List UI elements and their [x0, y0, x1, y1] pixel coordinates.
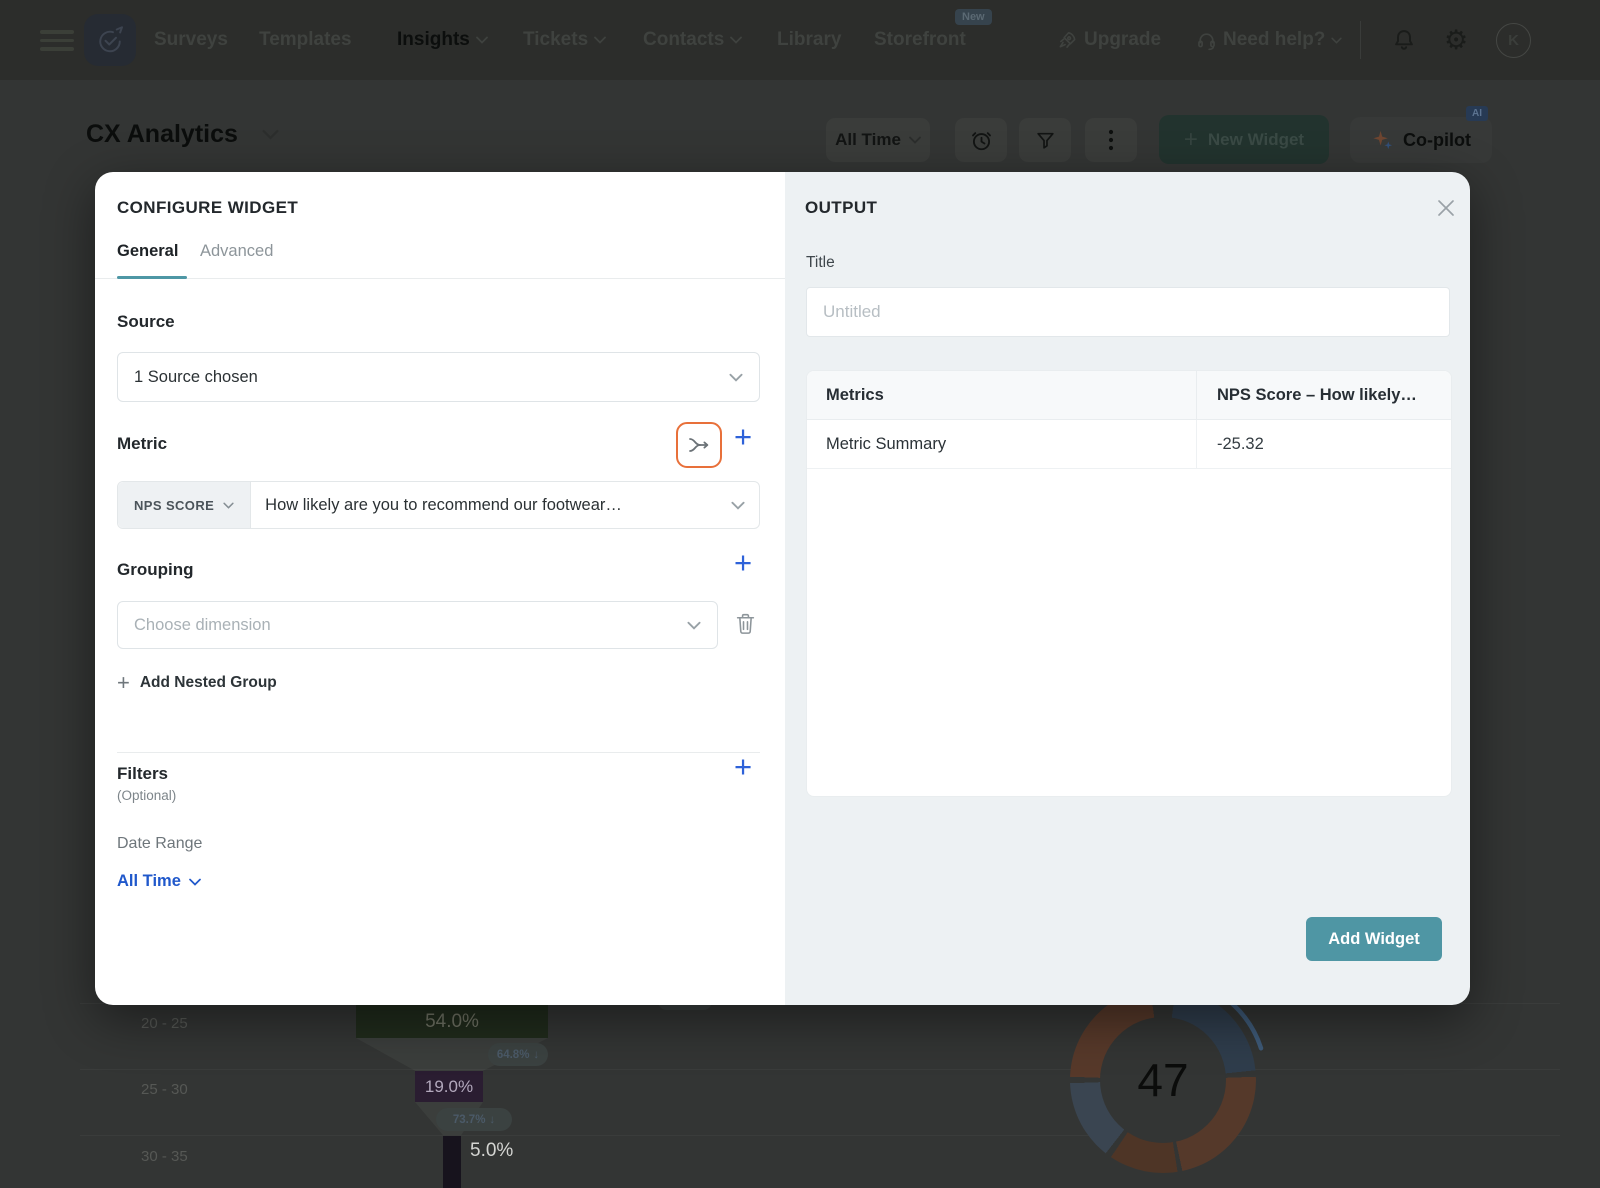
add-filter-plus-icon[interactable]: +	[734, 751, 752, 782]
chevron-down-icon	[475, 36, 488, 44]
table-row: Metric Summary -25.32	[807, 420, 1451, 469]
gridline	[80, 1135, 1560, 1136]
output-heading: OUTPUT	[805, 198, 878, 217]
headset-icon	[1198, 32, 1215, 50]
output-preview-card: Metrics NPS Score – How likely… Metric S…	[806, 370, 1452, 797]
delete-grouping-trash-icon[interactable]	[735, 612, 756, 640]
nav-item-contacts[interactable]: Contacts	[643, 0, 743, 80]
gridline	[80, 1069, 1560, 1070]
nps-donut-chart: 47	[1070, 987, 1256, 1173]
conversion-pill: 73.7% ↓	[436, 1108, 512, 1131]
tabs-divider	[95, 278, 785, 279]
configure-heading: CONFIGURE WIDGET	[117, 198, 299, 217]
add-nested-group-button[interactable]: + Add Nested Group	[117, 670, 277, 696]
need-help-menu[interactable]: Need help?	[1196, 0, 1343, 80]
chevron-down-icon	[730, 36, 743, 44]
configure-widget-modal: CONFIGURE WIDGET General Advanced Source…	[95, 172, 1470, 1005]
down-arrow-icon: ↓	[489, 1113, 496, 1126]
filters-optional-note: (Optional)	[117, 788, 177, 803]
date-range-label: Date Range	[117, 835, 203, 852]
filter-button[interactable]	[1019, 118, 1071, 162]
nav-item-storefront[interactable]: Storefront	[874, 0, 966, 80]
filters-label: Filters	[117, 764, 169, 783]
top-navbar: Surveys Templates Insights Tickets Conta…	[0, 0, 1600, 80]
add-grouping-plus-icon[interactable]: +	[734, 547, 752, 578]
conversion-pill: 64.8% ↓	[488, 1043, 548, 1066]
chevron-down-icon	[909, 136, 921, 144]
configure-panel: CONFIGURE WIDGET General Advanced Source…	[95, 172, 785, 1005]
navbar-divider	[1360, 21, 1361, 59]
more-options-kebab-icon[interactable]	[1085, 118, 1137, 162]
alarm-clock-icon	[971, 131, 991, 150]
notifications-bell-icon[interactable]	[1392, 0, 1416, 80]
dashboard-time-range-dropdown[interactable]: All Time	[826, 118, 930, 162]
grouping-dropdown[interactable]: Choose dimension	[117, 601, 718, 649]
table-header-metric-column: NPS Score – How likely…	[1217, 385, 1417, 404]
funnel-category-label: 20 - 25	[141, 1015, 188, 1032]
donut-center-value: 47	[1137, 1054, 1189, 1106]
active-tab-underline	[117, 276, 187, 279]
user-avatar[interactable]: K	[1496, 23, 1531, 58]
nav-item-templates[interactable]: Templates	[259, 0, 352, 80]
upgrade-button[interactable]: Upgrade	[1057, 0, 1161, 80]
nav-item-surveys[interactable]: Surveys	[154, 0, 228, 80]
chevron-down-icon	[687, 621, 701, 630]
filter-funnel-icon	[1036, 132, 1054, 149]
tab-general[interactable]: General	[117, 242, 178, 261]
nav-item-tickets[interactable]: Tickets	[523, 0, 607, 80]
grouping-label: Grouping	[117, 560, 194, 579]
nav-item-library[interactable]: Library	[777, 0, 841, 80]
tab-advanced[interactable]: Advanced	[200, 242, 273, 261]
add-metric-plus-icon[interactable]: +	[734, 421, 752, 452]
chevron-down-icon	[731, 501, 745, 510]
title-label: Title	[806, 254, 835, 271]
metric-type-dropdown[interactable]: NPS SCORE	[118, 482, 252, 528]
date-range-dropdown[interactable]: All Time	[117, 872, 201, 891]
brand-logo-icon[interactable]	[84, 14, 136, 66]
close-icon[interactable]	[1434, 196, 1458, 220]
table-cell-metric-name: Metric Summary	[807, 420, 1197, 468]
table-cell-metric-value: -25.32	[1217, 434, 1264, 453]
funnel-bar: 19.0%	[415, 1071, 483, 1102]
metric-label: Metric	[117, 434, 168, 453]
add-widget-button[interactable]: Add Widget	[1306, 917, 1442, 961]
copilot-ai-badge: AI	[1466, 106, 1488, 121]
plus-icon: +	[117, 670, 130, 695]
widget-title-input[interactable]	[806, 287, 1450, 337]
hamburger-menu-icon[interactable]	[40, 25, 74, 56]
table-header-metrics: Metrics	[807, 371, 1197, 419]
chevron-down-icon	[1331, 37, 1343, 44]
metric-row: NPS SCORE How likely are you to recommen…	[117, 481, 760, 529]
sparkles-icon	[1373, 130, 1393, 149]
chevron-down-icon	[729, 373, 743, 382]
chevron-down-icon	[189, 878, 201, 886]
storefront-new-badge: New	[955, 9, 992, 25]
copilot-button[interactable]: Co-pilot	[1350, 117, 1492, 163]
page-title: CX Analytics	[86, 120, 279, 149]
merge-arrow-icon	[689, 438, 709, 452]
schedule-alarm-button[interactable]	[955, 118, 1007, 162]
rocket-icon	[1059, 31, 1076, 48]
source-dropdown[interactable]: 1 Source chosen	[117, 352, 760, 402]
funnel-bar	[443, 1136, 461, 1188]
down-arrow-icon: ↓	[533, 1048, 540, 1061]
output-panel: OUTPUT Title Metrics NPS Score – How lik…	[785, 172, 1470, 1005]
section-divider	[117, 752, 760, 753]
chevron-down-icon[interactable]	[262, 129, 279, 140]
funnel-bar: 54.0%	[356, 1005, 548, 1038]
metric-question-dropdown[interactable]: How likely are you to recommend our foot…	[251, 482, 759, 528]
merge-metrics-button[interactable]	[676, 422, 722, 468]
funnel-category-label: 25 - 30	[141, 1081, 188, 1098]
source-label: Source	[117, 312, 175, 331]
chevron-down-icon	[223, 502, 234, 509]
new-widget-button[interactable]: + New Widget	[1159, 115, 1329, 164]
plus-icon: +	[1183, 125, 1198, 153]
nav-item-insights[interactable]: Insights	[397, 0, 488, 80]
funnel-category-label: 30 - 35	[141, 1148, 188, 1165]
table-header-row: Metrics NPS Score – How likely…	[807, 371, 1451, 420]
funnel-value-label: 5.0%	[470, 1140, 514, 1161]
settings-gear-icon[interactable]: ⚙	[1444, 0, 1468, 80]
chevron-down-icon	[594, 36, 607, 44]
